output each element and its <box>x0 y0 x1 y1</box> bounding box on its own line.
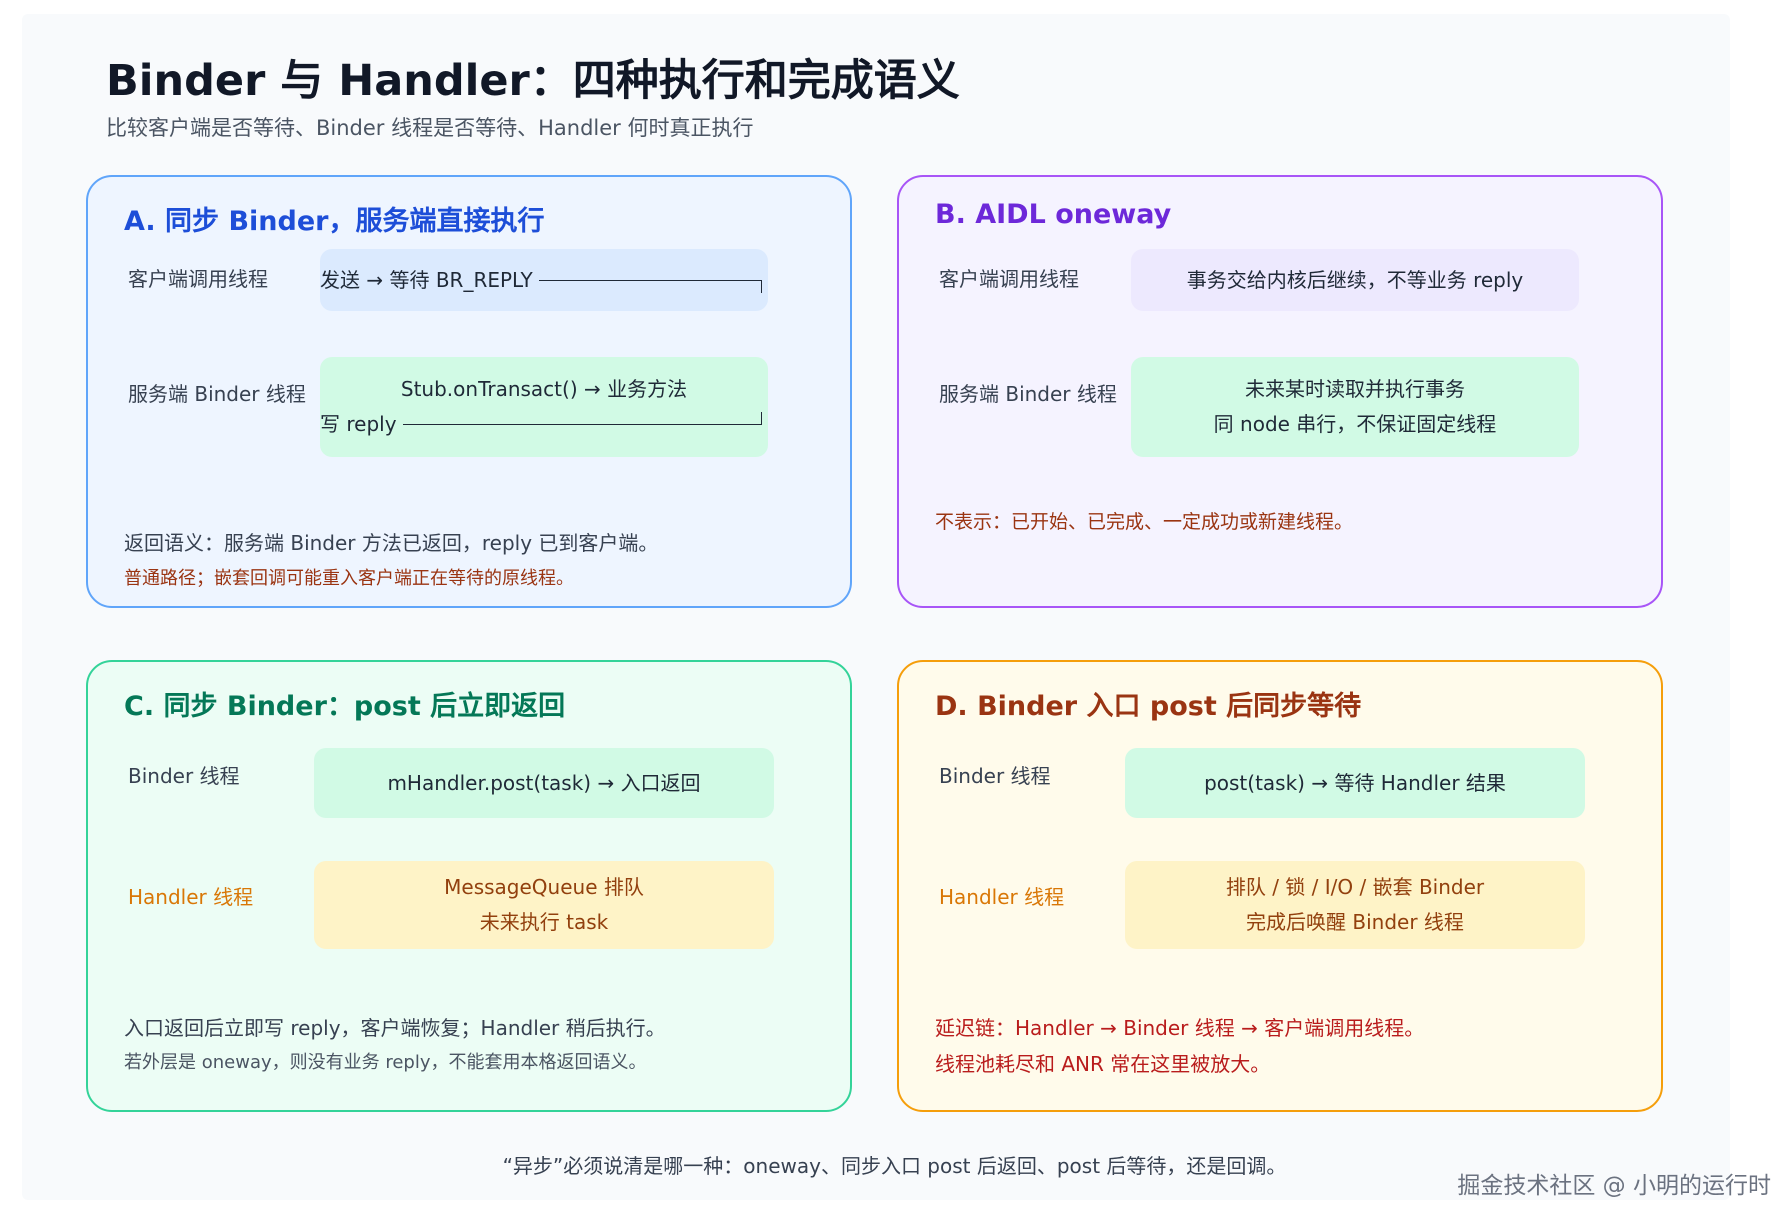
panel-d-binder-text: post(task) → 等待 Handler 结果 <box>1204 770 1506 795</box>
panel-d-binder-lane-label: Binder 线程 <box>939 764 1051 788</box>
panel-c-handler-box: MessageQueue 排队 未来执行 task <box>314 861 774 949</box>
panel-d-binder-box: post(task) → 等待 Handler 结果 <box>1125 748 1585 818</box>
panel-d-note-2: 线程池耗尽和 ANR 常在这里被放大。 <box>935 1052 1271 1076</box>
panel-b-server-text-1: 未来某时读取并执行事务 <box>1245 377 1465 401</box>
panel-d-handler-text-2: 完成后唤醒 Binder 线程 <box>1246 910 1464 934</box>
panel-b-client-lane-label: 客户端调用线程 <box>939 267 1079 291</box>
watermark: 掘金技术社区 @ 小明的运行时 <box>1457 1173 1771 1199</box>
panel-b-client-text: 事务交给内核后继续，不等业务 reply <box>1186 267 1524 292</box>
panel-a-server-text-2: 写 reply <box>320 412 397 436</box>
panel-d-title: D. Binder 入口 post 后同步等待 <box>935 691 1362 722</box>
panel-a-server-flow: 写 reply <box>320 407 768 442</box>
panel-a-client-text: 发送 → 等待 BR_REPLY <box>320 267 533 292</box>
panel-a-client-lane-label: 客户端调用线程 <box>128 267 268 291</box>
panel-d-handler-box: 排队 / 锁 / I/O / 嵌套 Binder 完成后唤醒 Binder 线程 <box>1125 861 1585 949</box>
panel-b-note: 不表示：已开始、已完成、一定成功或新建线程。 <box>935 511 1354 533</box>
panel-c-note-1: 入口返回后立即写 reply，客户端恢复；Handler 稍后执行。 <box>124 1016 666 1040</box>
panel-a-client-wait-line <box>538 279 762 293</box>
panel-c-title: C. 同步 Binder：post 后立即返回 <box>124 691 566 722</box>
panel-b-server-box: 未来某时读取并执行事务 同 node 串行，不保证固定线程 <box>1131 357 1579 457</box>
panel-sync-binder-direct: A. 同步 Binder，服务端直接执行 客户端调用线程 发送 → 等待 BR_… <box>86 175 852 608</box>
panel-a-note-1: 返回语义：服务端 Binder 方法已返回，reply 已到客户端。 <box>124 531 659 555</box>
panel-a-server-box: Stub.onTransact() → 业务方法 写 reply <box>320 357 768 457</box>
panel-a-server-text-1: Stub.onTransact() → 业务方法 <box>400 377 688 401</box>
panel-binder-post-sync-wait: D. Binder 入口 post 后同步等待 Binder 线程 post(t… <box>897 660 1663 1112</box>
panel-c-handler-text-1: MessageQueue 排队 <box>444 875 644 899</box>
panel-b-server-text-2: 同 node 串行，不保证固定线程 <box>1213 412 1497 436</box>
page-subtitle: 比较客户端是否等待、Binder 线程是否等待、Handler 何时真正执行 <box>106 116 754 140</box>
panel-a-reply-line <box>402 412 762 425</box>
panel-b-server-lane-label: 服务端 Binder 线程 <box>939 382 1117 406</box>
panel-aidl-oneway: B. AIDL oneway 客户端调用线程 事务交给内核后继续，不等业务 re… <box>897 175 1663 608</box>
panel-a-client-flow: 发送 → 等待 BR_REPLY <box>320 263 768 298</box>
panel-c-binder-text: mHandler.post(task) → 入口返回 <box>387 770 701 795</box>
panel-c-note-2: 若外层是 oneway，则没有业务 reply，不能套用本格返回语义。 <box>124 1052 647 1073</box>
panel-b-client-box: 事务交给内核后继续，不等业务 reply <box>1131 249 1579 311</box>
page-title: Binder 与 Handler：四种执行和完成语义 <box>106 56 960 106</box>
panel-d-handler-lane-label: Handler 线程 <box>939 885 1065 909</box>
panel-a-server-lane-label: 服务端 Binder 线程 <box>128 382 306 406</box>
panel-c-handler-text-2: 未来执行 task <box>479 910 609 934</box>
panel-sync-binder-post-return: C. 同步 Binder：post 后立即返回 Binder 线程 mHandl… <box>86 660 852 1112</box>
panel-c-handler-lane-label: Handler 线程 <box>128 885 254 909</box>
panel-c-binder-lane-label: Binder 线程 <box>128 764 240 788</box>
panel-a-title: A. 同步 Binder，服务端直接执行 <box>124 206 545 237</box>
panel-d-handler-text-1: 排队 / 锁 / I/O / 嵌套 Binder <box>1225 875 1485 899</box>
panel-d-note-1: 延迟链：Handler → Binder 线程 → 客户端调用线程。 <box>935 1016 1425 1040</box>
panel-b-title: B. AIDL oneway <box>935 199 1172 230</box>
panel-a-note-2: 普通路径；嵌套回调可能重入客户端正在等待的原线程。 <box>124 568 574 589</box>
panel-c-binder-box: mHandler.post(task) → 入口返回 <box>314 748 774 818</box>
panel-a-client-box: 发送 → 等待 BR_REPLY <box>320 249 768 311</box>
